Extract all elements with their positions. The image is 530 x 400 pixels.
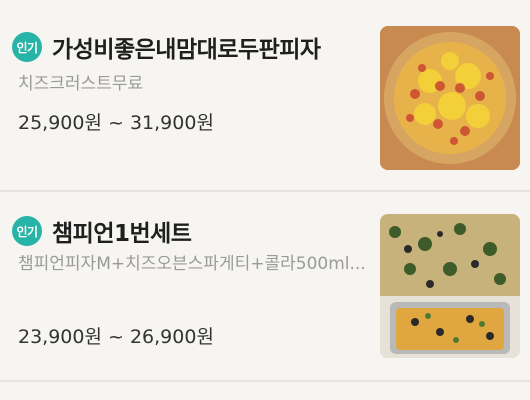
- menu-title: 가성비좋은내맘대로두판피자: [52, 37, 321, 63]
- pizza-photo: [380, 26, 520, 170]
- item-divider: [0, 380, 530, 382]
- list-item[interactable]: 인기 챔피언1번세트 챔피언피자M+치즈오븐스파게티+콜라500ml... 23…: [0, 192, 530, 380]
- menu-title-row: 인기 가성비좋은내맘대로두판피자: [12, 30, 321, 64]
- list-item[interactable]: 인기 가성비좋은내맘대로두판피자 치즈크러스트무료 25,900원 ~ 31,9…: [0, 0, 530, 190]
- popular-badge: 인기: [12, 32, 42, 62]
- menu-title-row: 인기 챔피언1번세트: [12, 214, 192, 248]
- menu-list: 인기 가성비좋은내맘대로두판피자 치즈크러스트무료 25,900원 ~ 31,9…: [0, 0, 530, 400]
- menu-title: 챔피언1번세트: [52, 221, 192, 247]
- menu-price: 23,900원 ~ 26,900원: [18, 326, 214, 348]
- popular-badge: 인기: [12, 216, 42, 246]
- menu-description: 챔피언피자M+치즈오븐스파게티+콜라500ml...: [18, 254, 366, 274]
- pizza-set-photo: [380, 214, 520, 358]
- menu-price: 25,900원 ~ 31,900원: [18, 112, 214, 134]
- menu-description: 치즈크러스트무료: [18, 74, 144, 94]
